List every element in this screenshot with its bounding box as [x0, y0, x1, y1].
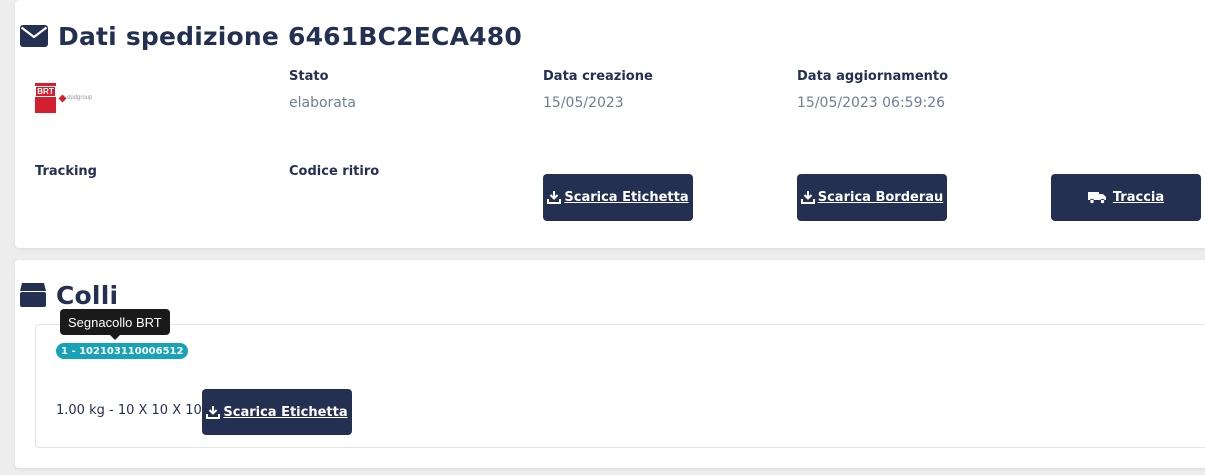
stato-label: Stato — [289, 69, 329, 84]
segnacollo-tooltip: Segnacollo BRT — [60, 309, 170, 335]
parcels-title-text: Colli — [56, 280, 119, 310]
parcel-scarica-etichetta-label: Scarica Etichetta — [223, 404, 348, 420]
shipment-title: Dati spedizione 6461BC2ECA480 — [20, 18, 522, 54]
scarica-borderau-label: Scarica Borderau — [817, 190, 944, 205]
scarica-borderau-button[interactable]: Scarica Borderau — [797, 174, 947, 221]
download-icon — [206, 405, 223, 419]
traccia-label: Traccia — [1112, 190, 1165, 205]
shipment-title-text: Dati spedizione 6461BC2ECA480 — [58, 21, 522, 51]
data-aggiornamento-value: 15/05/2023 06:59:26 — [797, 95, 946, 111]
truck-icon — [1087, 191, 1109, 204]
envelope-icon — [20, 25, 48, 47]
traccia-button[interactable]: Traccia — [1051, 174, 1201, 221]
data-aggiornamento-label: Data aggiornamento — [797, 69, 949, 84]
brt-logo: BRT — [35, 83, 56, 113]
parcel-tracking-badge[interactable]: 1 - 102103110006512 — [56, 343, 189, 359]
parcels-title: Colli — [20, 277, 118, 313]
data-creazione-value: 15/05/2023 — [543, 95, 624, 111]
scarica-etichetta-button[interactable]: Scarica Etichetta — [543, 174, 693, 221]
codice-ritiro-label: Codice ritiro — [289, 164, 380, 179]
download-icon — [800, 191, 818, 204]
data-creazione-label: Data creazione — [543, 69, 653, 84]
tracking-label: Tracking — [35, 164, 97, 179]
tooltip-arrow — [110, 335, 120, 340]
download-icon — [547, 191, 564, 204]
parcel-scarica-etichetta-button[interactable]: Scarica Etichetta — [202, 389, 352, 435]
dpdgroup-logo: dpdgroup — [58, 94, 92, 102]
stato-value: elaborata — [289, 95, 356, 111]
scarica-etichetta-label: Scarica Etichetta — [564, 190, 689, 205]
parcel-description: 1.00 kg - 10 X 10 X 10 — [56, 403, 202, 418]
carrier-logo: BRT dpdgroup — [35, 82, 95, 114]
box-icon — [20, 283, 46, 307]
